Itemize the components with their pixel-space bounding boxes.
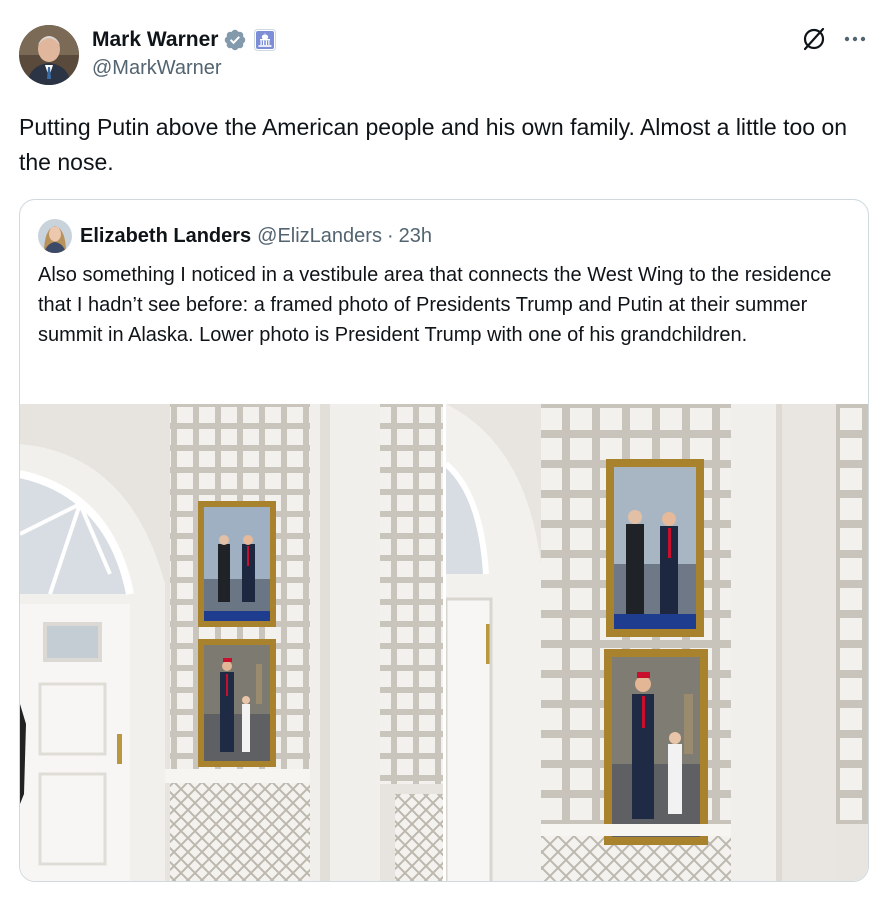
quoted-timestamp[interactable]: 23h <box>399 225 432 248</box>
quoted-tweet-header: Elizabeth Landers @ElizLanders · 23h <box>38 218 432 254</box>
quoted-author-name[interactable]: Elizabeth Landers <box>80 225 251 248</box>
us-government-capitol-icon[interactable] <box>254 29 277 51</box>
author-name[interactable]: Mark Warner <box>92 28 218 52</box>
quoted-media-grid <box>20 404 868 881</box>
author-handle[interactable]: @MarkWarner <box>92 57 276 80</box>
author-avatar[interactable] <box>19 25 79 85</box>
photo-left[interactable] <box>20 404 443 881</box>
tweet-text: Putting Putin above the American people … <box>19 114 848 175</box>
author-info: Mark Warner @MarkWarner <box>92 27 277 80</box>
photo-right[interactable] <box>446 404 868 881</box>
separator-dot: · <box>386 224 394 247</box>
quoted-tweet-text: Also something I noticed in a vestibule … <box>38 264 832 346</box>
quoted-author-handle[interactable]: @ElizLanders <box>257 225 382 248</box>
quoted-author-avatar[interactable] <box>38 219 72 253</box>
grok-icon[interactable] <box>801 26 827 52</box>
quoted-tweet-card[interactable]: Elizabeth Landers @ElizLanders · 23h Als… <box>19 199 869 882</box>
more-options-icon[interactable] <box>841 25 869 53</box>
verified-badge-icon[interactable] <box>223 28 247 52</box>
